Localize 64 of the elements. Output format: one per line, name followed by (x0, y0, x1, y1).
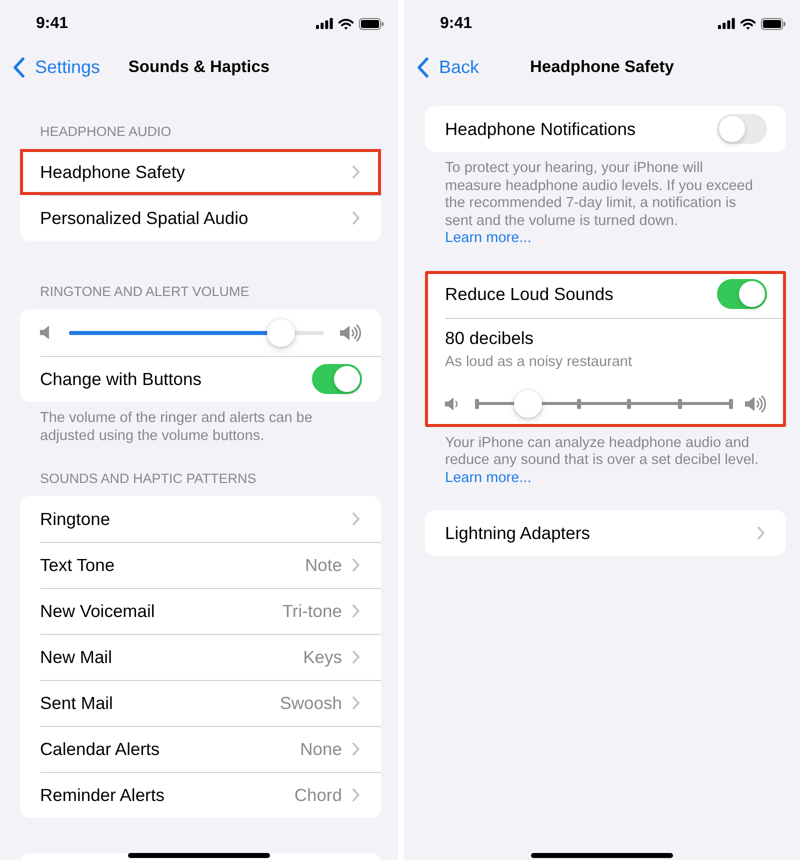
battery-icon (359, 18, 384, 30)
chevron-right-icon (352, 558, 360, 572)
slider-thumb[interactable] (266, 318, 295, 346)
volume-slider[interactable] (68, 318, 324, 346)
chevron-right-icon (352, 604, 360, 618)
row-value: Swoosh (280, 692, 342, 714)
chevron-right-icon (352, 650, 360, 664)
speaker-waves-icon (745, 394, 767, 412)
signal-icon (718, 18, 735, 29)
signal-icon (316, 18, 333, 29)
chevron-left-icon (13, 56, 25, 78)
section-header: SOUNDS AND HAPTIC PATTERNS (40, 470, 256, 488)
status-time: 9:41 (36, 14, 68, 32)
back-button[interactable]: Back (417, 56, 480, 78)
decibel-slider[interactable] (476, 390, 732, 418)
chevron-right-icon (352, 742, 360, 756)
toggle-switch[interactable] (717, 114, 767, 144)
wifi-icon (338, 18, 354, 30)
settings-row[interactable]: Personalized Spatial Audio (20, 195, 381, 241)
section-footer: Your iPhone can analyze headphone audio and reduce any sound that is over a set decibel level. Learn more... (425, 426, 786, 487)
settings-row[interactable]: Reminder Alerts Chord (20, 772, 381, 818)
chevron-right-icon (352, 512, 360, 526)
chevron-right-icon (352, 211, 360, 225)
learn-more-link[interactable]: Learn more... (445, 230, 532, 246)
row-value: None (300, 738, 342, 760)
toggle-switch[interactable] (717, 279, 767, 309)
setting-label: Change with Buttons (40, 368, 202, 390)
section-footer: The volume of the ringer and alerts can be adjusted using the volume buttons. (20, 402, 381, 445)
battery-icon (761, 18, 786, 30)
back-button[interactable]: Settings (13, 56, 100, 78)
section-footer: To protect your hearing, your iPhone will measure headphone audio levels. If you exceed the recommended 7-day limit, a notification is sent and the volume is turned down. Learn more... (425, 152, 786, 248)
setting-label: Reduce Loud Sounds (445, 284, 614, 304)
chevron-left-icon (417, 56, 429, 78)
decibel-description: As loud as a noisy restaurant (445, 352, 632, 370)
decibel-value: 80 decibels (445, 326, 534, 348)
status-time: 9:41 (440, 14, 472, 32)
speaker-waves-icon (340, 324, 362, 342)
settings-row[interactable]: Ringtone (20, 496, 381, 542)
chevron-right-icon (757, 526, 765, 540)
row-value: Tri-tone (282, 600, 342, 622)
section-header: RINGTONE AND ALERT VOLUME (40, 283, 250, 301)
chevron-right-icon (352, 788, 360, 802)
settings-row[interactable]: New Voicemail Tri-tone (20, 588, 381, 634)
settings-row[interactable]: Text Tone Note (20, 542, 381, 588)
speaker-wave-icon (445, 396, 458, 412)
settings-row[interactable]: Lightning Adapters (425, 510, 786, 556)
toggle-switch[interactable] (312, 364, 362, 394)
slider-thumb[interactable] (514, 390, 542, 418)
settings-row[interactable]: Sent Mail Swoosh (20, 680, 381, 726)
row-value: Chord (294, 784, 342, 806)
settings-row[interactable]: Headphone Safety (20, 149, 381, 195)
chevron-right-icon (352, 165, 360, 179)
row-value: Note (305, 554, 342, 576)
settings-row[interactable]: Calendar Alerts None (20, 726, 381, 772)
chevron-right-icon (352, 696, 360, 710)
settings-row[interactable]: New Mail Keys (20, 634, 381, 680)
speaker-icon (40, 324, 50, 341)
wifi-icon (740, 18, 756, 30)
screen-title: Headphone Safety (530, 58, 674, 76)
setting-label: Headphone Notifications (445, 118, 636, 140)
section-header: HEADPHONE AUDIO (40, 123, 172, 141)
learn-more-link[interactable]: Learn more... (445, 470, 532, 486)
row-value: Keys (303, 646, 342, 668)
screen-title: Sounds & Haptics (128, 58, 270, 76)
